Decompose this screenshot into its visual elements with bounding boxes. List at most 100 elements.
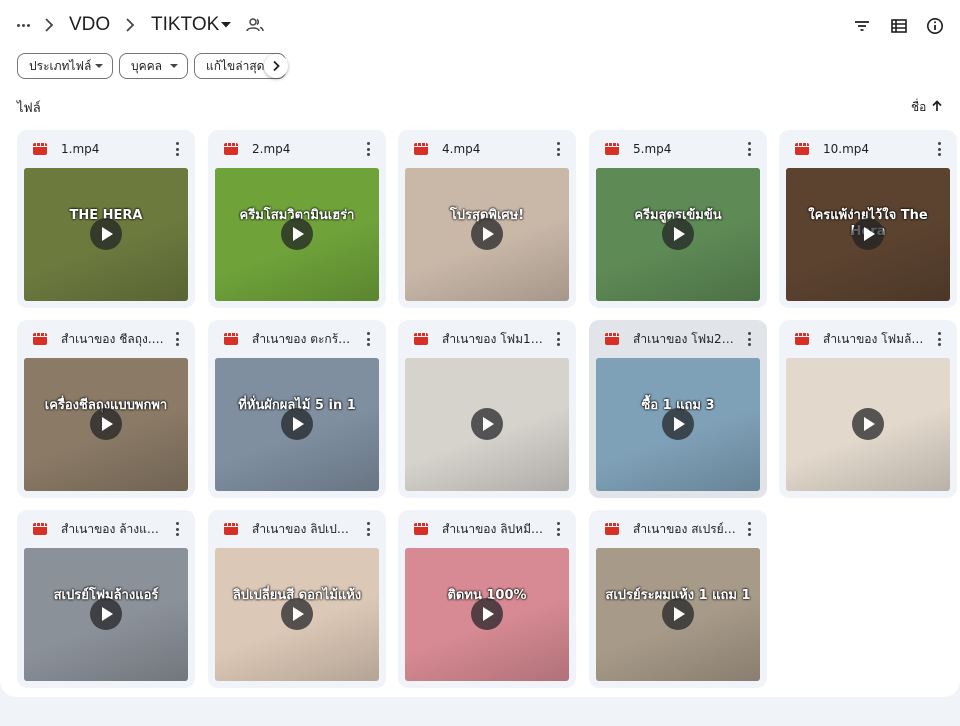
play-icon[interactable] [471, 408, 503, 440]
file-card[interactable]: 1.mp4 THE HERA [17, 130, 195, 308]
file-card[interactable]: สำเนาของ ตะกร้าล้างผัก.mp4 ที่หั่นผักผลไม… [208, 320, 386, 498]
file-card[interactable]: สำเนาของ ล้างแอร์.mp4 สเปรย์โฟมล้างแอร์ [17, 510, 195, 688]
file-name: 10.mp4 [823, 142, 870, 156]
play-icon[interactable] [852, 408, 884, 440]
file-name: สำเนาของ ลิปหมี.mp4 [442, 522, 546, 536]
video-thumbnail[interactable] [405, 358, 569, 491]
video-thumbnail[interactable]: โปรสุดพิเศษ! [405, 168, 569, 301]
filter-chip-label: บุคคล [131, 59, 163, 73]
file-card[interactable]: สำเนาของ โฟม2.mp4 ซื้อ 1 แถม 3 [589, 320, 767, 498]
video-thumbnail[interactable]: ซื้อ 1 แถม 3 [596, 358, 760, 491]
file-card[interactable]: สำเนาของ ชีลถุง.mp4 เครื่องชีลถุงแบบพกพา [17, 320, 195, 498]
more-options-icon[interactable] [365, 332, 371, 346]
file-name: 5.mp4 [633, 142, 672, 156]
more-options-icon[interactable] [746, 332, 752, 346]
more-options-icon[interactable] [555, 142, 561, 156]
play-icon[interactable] [662, 598, 694, 630]
file-card[interactable]: 2.mp4 ครีมโสมวิตามินเฮร่า [208, 130, 386, 308]
play-icon[interactable] [852, 218, 884, 250]
video-thumbnail[interactable]: ติดทน 100% [405, 548, 569, 681]
file-card[interactable]: สำเนาของ สเปรย์ผมแห้ง.mp4 สเปรย์ระผมแห้ง … [589, 510, 767, 688]
file-name: สำเนาของ ตะกร้าล้างผัก.mp4 [252, 332, 356, 346]
file-name: 4.mp4 [442, 142, 481, 156]
video-file-icon [605, 143, 619, 155]
drive-folder-page: VDO TIKTOK ประเภทไฟล์ บุคคล แก้ไขล่าสุด … [0, 0, 960, 697]
file-name: สำเนาของ ชีลถุง.mp4 [61, 332, 165, 346]
caret-down-icon [170, 64, 178, 68]
chevron-right-icon [42, 14, 56, 36]
video-thumbnail[interactable]: เครื่องชีลถุงแบบพกพา [24, 358, 188, 491]
filter-chip-label: ประเภทไฟล์ [29, 59, 92, 73]
caret-down-icon[interactable] [220, 19, 232, 31]
more-options-icon[interactable] [746, 522, 752, 536]
play-icon[interactable] [90, 408, 122, 440]
more-options-icon[interactable] [174, 142, 180, 156]
more-options-icon[interactable] [936, 332, 942, 346]
filter-icon[interactable] [852, 16, 872, 36]
video-thumbnail[interactable]: ใครแพ้ง่ายไว้ใจ The Hera [786, 168, 950, 301]
breadcrumb-current-folder[interactable]: TIKTOK [151, 12, 219, 38]
filter-chip-people[interactable]: บุคคล [119, 53, 188, 79]
chevron-right-icon [123, 14, 137, 36]
video-thumbnail[interactable]: สเปรย์ระผมแห้ง 1 แถม 1 [596, 548, 760, 681]
play-icon[interactable] [662, 408, 694, 440]
file-card[interactable]: 10.mp4 ใครแพ้ง่ายไว้ใจ The Hera [779, 130, 957, 308]
video-file-icon [414, 143, 428, 155]
play-icon[interactable] [281, 408, 313, 440]
file-card[interactable]: 4.mp4 โปรสุดพิเศษ! [398, 130, 576, 308]
filter-chip-file-type[interactable]: ประเภทไฟล์ [17, 53, 113, 79]
file-card[interactable]: สำเนาของ ลิปหมี.mp4 ติดทน 100% [398, 510, 576, 688]
file-card[interactable]: 5.mp4 ครีมสูตรเข้มข้น [589, 130, 767, 308]
scroll-chips-right-button[interactable] [264, 54, 288, 78]
video-thumbnail[interactable]: สเปรย์โฟมล้างแอร์ [24, 548, 188, 681]
video-file-icon [414, 333, 428, 345]
file-name: สำเนาของ โฟม2.mp4 [633, 332, 737, 346]
video-file-icon [795, 333, 809, 345]
info-icon[interactable] [925, 16, 945, 36]
file-name: สำเนาของ โฟม1.mp4 [442, 332, 546, 346]
play-icon[interactable] [281, 598, 313, 630]
play-icon[interactable] [471, 598, 503, 630]
list-view-icon[interactable] [889, 16, 909, 36]
more-options-icon[interactable] [555, 332, 561, 346]
file-name: 1.mp4 [61, 142, 100, 156]
section-title: ไฟล์ [17, 101, 41, 116]
video-thumbnail[interactable]: ครีมโสมวิตามินเฮร่า [215, 168, 379, 301]
file-card[interactable]: สำเนาของ โฟมล้างหน้า.mp4 [779, 320, 957, 498]
video-file-icon [224, 333, 238, 345]
video-thumbnail[interactable]: ลิปเปลี่ยนสี ดอกไม้แห้ง [215, 548, 379, 681]
filter-chip-label: แก้ไขล่าสุด [206, 59, 265, 73]
video-file-icon [224, 143, 238, 155]
video-thumbnail[interactable]: ครีมสูตรเข้มข้น [596, 168, 760, 301]
more-options-icon[interactable] [365, 142, 371, 156]
more-options-icon[interactable] [555, 522, 561, 536]
video-file-icon [795, 143, 809, 155]
breadcrumb-parent[interactable]: VDO [69, 12, 110, 38]
file-card[interactable]: สำเนาของ ลิปเปลี่ยนสี.mp4 ลิปเปลี่ยนสี ดอ… [208, 510, 386, 688]
more-path-icon[interactable] [12, 12, 34, 38]
video-thumbnail[interactable]: THE HERA [24, 168, 188, 301]
video-file-icon [414, 523, 428, 535]
more-options-icon[interactable] [936, 142, 942, 156]
video-file-icon [33, 143, 47, 155]
more-options-icon[interactable] [365, 522, 371, 536]
file-name: สำเนาของ โฟมล้างหน้า.mp4 [823, 332, 927, 346]
play-icon[interactable] [281, 218, 313, 250]
more-options-icon[interactable] [174, 332, 180, 346]
arrow-up-icon[interactable] [930, 99, 944, 113]
video-file-icon [605, 523, 619, 535]
sort-by-name-button[interactable]: ชื่อ [911, 98, 926, 116]
play-icon[interactable] [90, 218, 122, 250]
play-icon[interactable] [90, 598, 122, 630]
video-thumbnail[interactable] [786, 358, 950, 491]
shared-people-icon[interactable] [246, 17, 264, 33]
folder-header: VDO TIKTOK [0, 0, 960, 52]
play-icon[interactable] [471, 218, 503, 250]
play-icon[interactable] [662, 218, 694, 250]
file-card[interactable]: สำเนาของ โฟม1.mp4 [398, 320, 576, 498]
more-options-icon[interactable] [746, 142, 752, 156]
more-options-icon[interactable] [174, 522, 180, 536]
file-name: สำเนาของ สเปรย์ผมแห้ง.mp4 [633, 522, 737, 536]
video-file-icon [33, 523, 47, 535]
video-thumbnail[interactable]: ที่หั่นผักผลไม้ 5 in 1 [215, 358, 379, 491]
